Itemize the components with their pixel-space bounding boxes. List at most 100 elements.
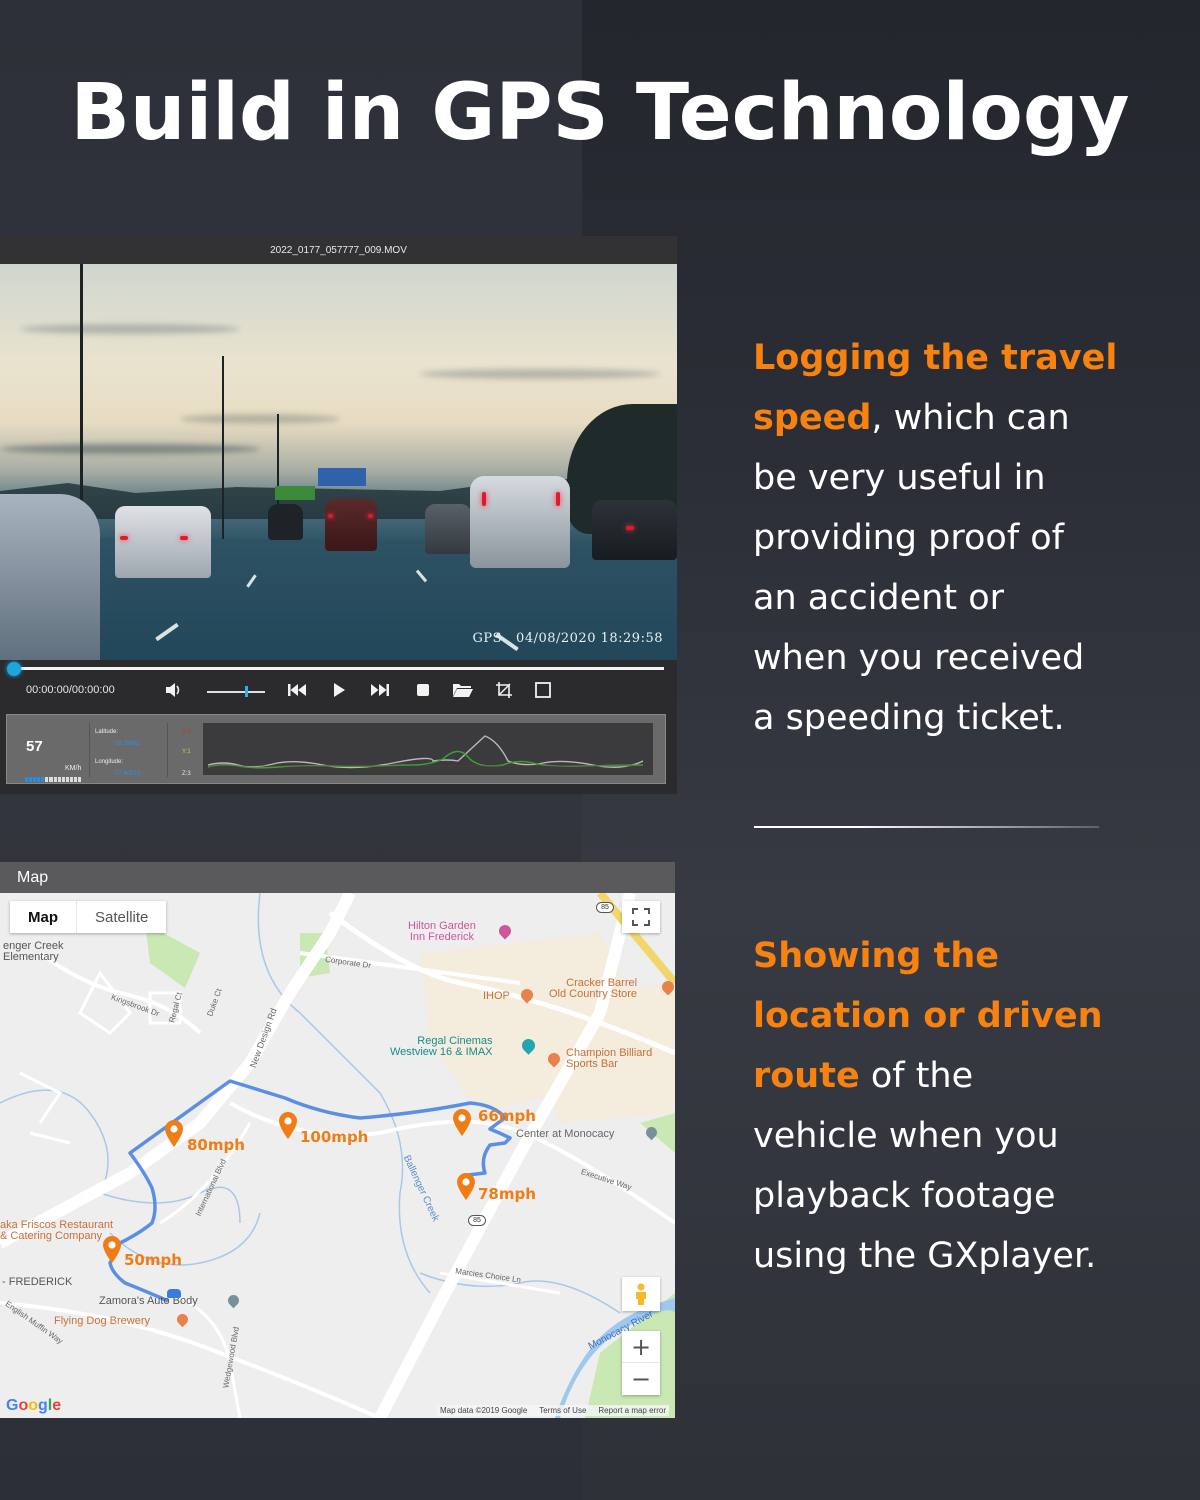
speed-gauge-segment (25, 777, 29, 782)
section-divider (754, 826, 1099, 828)
speed-gauge-segment (37, 777, 41, 782)
gps-label: GPS (472, 631, 503, 646)
progress-bar[interactable] (14, 667, 664, 670)
logo-letter: e (52, 1397, 62, 1414)
residential-streets (19, 1071, 71, 1145)
feature-speed-logging: Logging the travel speed, which can be v… (753, 328, 1153, 748)
volume-handle[interactable] (244, 686, 248, 697)
body-line: when you received (753, 638, 1085, 678)
location-pin-icon[interactable] (451, 1107, 473, 1137)
car (325, 499, 377, 551)
video-player-window: 2022_0177_057777_009.MOV GPS 04/08/2020 … (0, 236, 677, 794)
map-footer: Map data ©2019 Google Terms of Use Repor… (436, 1405, 669, 1416)
speed-unit: KM/h (65, 765, 82, 772)
longitude-value: 77.40313 (115, 771, 141, 777)
tail-light (368, 514, 373, 518)
map-type-map[interactable]: Map (10, 901, 77, 933)
street-view-button[interactable] (622, 1277, 660, 1311)
player-title: 2022_0177_057777_009.MOV (0, 236, 677, 264)
speed-gauge-segment (57, 777, 61, 782)
progress-handle[interactable] (7, 662, 21, 676)
highlight-text: Logging the travel (753, 338, 1118, 378)
tail-light (120, 536, 128, 540)
logo-letter: G (6, 1397, 19, 1414)
poi-label: - FREDERICK (2, 1276, 73, 1288)
speed-marker-label: 80mph (187, 1136, 245, 1154)
poi-flying-dog[interactable]: Flying Dog Brewery (54, 1316, 150, 1327)
cloud (0, 444, 260, 454)
video-frame[interactable]: GPS 04/08/2020 18:29:58 (0, 264, 677, 660)
speed-gauge-segment (65, 777, 69, 782)
speed-marker-label: 78mph (478, 1185, 536, 1203)
next-icon[interactable] (369, 680, 391, 700)
logo-letter: o (28, 1397, 39, 1414)
stop-icon[interactable] (412, 680, 434, 700)
poi-ihop[interactable]: IHOP (483, 991, 510, 1002)
body-text: , which can (871, 398, 1070, 438)
poi-center-monocacy[interactable]: Center at Monocacy (516, 1129, 614, 1140)
car (115, 506, 211, 578)
map-type-control: Map Satellite (10, 901, 167, 933)
gsensor-line-y (207, 750, 644, 769)
location-pin-icon[interactable] (455, 1171, 477, 1201)
axis-x-label: X:0 (182, 729, 192, 735)
map-canvas[interactable]: Hilton Garden Inn Frederick Cracker Barr… (0, 893, 675, 1418)
volume-slider[interactable] (207, 691, 265, 693)
poi-regal-cinemas[interactable]: Regal Cinemas Westview 16 & IMAX (390, 1036, 493, 1058)
car (0, 494, 100, 660)
poi-elementary[interactable]: enger Creek Elementary (3, 941, 64, 963)
terms-link[interactable]: Terms of Use (539, 1406, 586, 1415)
poi-cracker-barrel[interactable]: Cracker Barrel Old Country Store (549, 978, 637, 1000)
body-line: providing proof of (753, 518, 1065, 558)
gsensor-line-z (207, 735, 644, 769)
speed-gauge-segment (33, 777, 37, 782)
poi-zamoras[interactable]: Zamora's Auto Body (99, 1296, 198, 1307)
folder-icon[interactable] (452, 680, 474, 700)
car-icon (167, 1289, 181, 1298)
map-type-satellite[interactable]: Satellite (77, 901, 166, 933)
report-error-link[interactable]: Report a map error (598, 1406, 666, 1415)
poi-friscos[interactable]: aka Friscos Restaurant & Catering Compan… (0, 1220, 113, 1242)
zoom-in-button[interactable]: + (622, 1331, 660, 1363)
speed-marker-label: 66mph (478, 1107, 536, 1125)
zoom-control: + − (622, 1331, 660, 1395)
body-line: be very useful in (753, 458, 1046, 498)
speed-gauge (25, 777, 82, 782)
location-pin-icon[interactable] (277, 1110, 299, 1140)
fullscreen-icon (632, 908, 650, 926)
body-line: a speeding ticket. (753, 698, 1065, 738)
cloud (420, 369, 660, 379)
poi-label: Hilton Garden Inn Frederick (408, 920, 476, 943)
speed-gauge-segment (53, 777, 57, 782)
divider (167, 723, 168, 777)
poi-label: aka Friscos Restaurant & Catering Compan… (0, 1219, 114, 1242)
tail-light (556, 492, 560, 506)
tail-light (328, 514, 333, 518)
body-line: an accident or (753, 578, 1004, 618)
zoom-out-button[interactable]: − (622, 1363, 660, 1395)
speed-gauge-segment (73, 777, 78, 782)
crop-icon[interactable] (493, 680, 515, 700)
play-icon[interactable] (328, 680, 350, 700)
logo-letter: g (38, 1397, 48, 1414)
poi-hilton[interactable]: Hilton Garden Inn Frederick (408, 921, 476, 943)
van (470, 476, 570, 568)
location-pin-icon[interactable] (163, 1118, 185, 1148)
location-pin-icon[interactable] (101, 1234, 123, 1264)
speed-marker-label: 50mph (124, 1251, 182, 1269)
volume-icon[interactable] (163, 680, 185, 700)
tail-light (482, 492, 486, 506)
map-attribution: Map data ©2019 Google (439, 1406, 528, 1415)
car (268, 504, 303, 540)
datetime: 04/08/2020 18:29:58 (516, 631, 663, 646)
fullscreen-map-button[interactable] (622, 901, 660, 933)
route-shield: 85 (468, 1215, 486, 1226)
cloud (180, 414, 340, 424)
poi-label: Regal Cinemas Westview 16 & IMAX (390, 1035, 493, 1058)
speedometer: 57 KM/h (13, 721, 85, 782)
previous-icon[interactable] (286, 680, 308, 700)
poi-champion-billiards[interactable]: Champion Billiard Sports Bar (566, 1048, 652, 1070)
fullscreen-icon[interactable] (532, 680, 554, 700)
highlight-text: speed (753, 398, 872, 438)
gps-data-panel: 57 KM/h Latitude: 39.39682 Longitude: 77… (6, 714, 666, 784)
